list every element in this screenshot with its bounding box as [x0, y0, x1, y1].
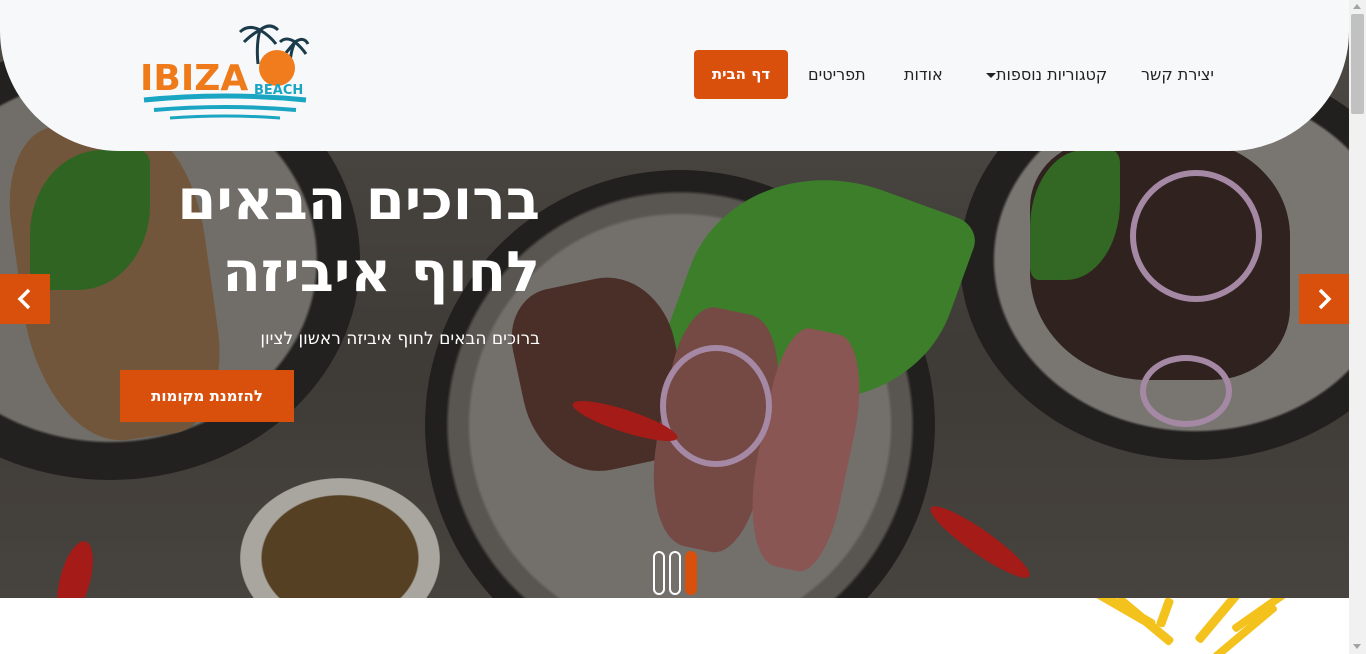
nav-more-categories-label: קטגוריות נוספות: [996, 65, 1108, 84]
hero-title: ברוכים הבאים לחוף איביזה: [120, 165, 540, 309]
palm-tree-logo-icon: IBIZA BEACH: [140, 24, 310, 120]
site-logo[interactable]: IBIZA BEACH: [140, 24, 310, 128]
scroll-down-arrow-icon[interactable]: [1353, 644, 1361, 649]
reserve-button[interactable]: להזמנת מקומות: [120, 370, 294, 422]
nav-contact[interactable]: יצירת קשר: [1141, 50, 1214, 99]
carousel-indicator-3[interactable]: [685, 551, 697, 595]
scrollbar-thumb[interactable]: [1351, 14, 1364, 114]
scroll-up-arrow-icon[interactable]: [1353, 4, 1361, 9]
carousel-indicator-2[interactable]: [669, 551, 681, 595]
nav-menus[interactable]: תפריטים: [808, 50, 866, 99]
hero-subtitle: ברוכים הבאים לחוף איביזה ראשון לציון: [260, 329, 540, 349]
nav-about[interactable]: אודות: [904, 50, 943, 99]
hero-caption: ברוכים הבאים לחוף איביזה ברוכים הבאים לח…: [120, 165, 540, 349]
fries-image: [1155, 598, 1175, 629]
next-section: [0, 598, 1349, 654]
carousel-indicators: [653, 551, 697, 595]
nav-more-categories[interactable]: קטגוריות נוספות: [982, 50, 1107, 99]
page-scrollbar[interactable]: [1349, 0, 1366, 654]
site-header: IBIZA BEACH דף הבית תפריטים אודות קטגורי…: [0, 0, 1349, 151]
svg-text:IBIZA: IBIZA: [140, 58, 248, 99]
carousel-next-button[interactable]: [1299, 274, 1349, 324]
hero-title-line2: לחוף איביזה: [222, 240, 540, 305]
chevron-right-icon: [1318, 288, 1332, 310]
nav-home[interactable]: דף הבית: [694, 50, 788, 99]
carousel-prev-button[interactable]: [0, 274, 50, 324]
chevron-left-icon: [17, 288, 31, 310]
hero-title-line1: ברוכים הבאים: [177, 168, 540, 233]
carousel-indicator-1[interactable]: [653, 551, 665, 595]
caret-down-icon: [986, 73, 996, 78]
